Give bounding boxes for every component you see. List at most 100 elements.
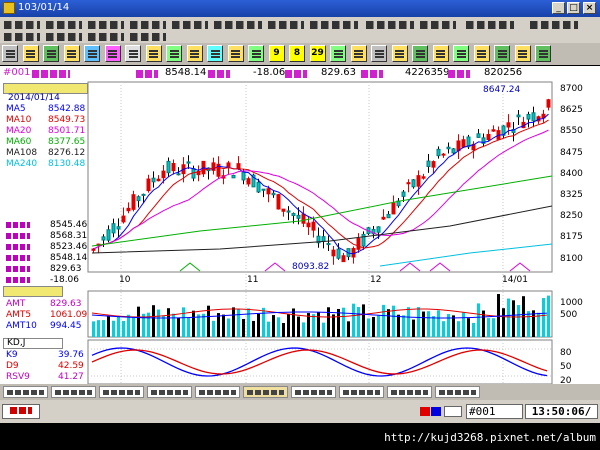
toolbar-button-26[interactable] [514, 45, 531, 62]
candle-body [161, 170, 166, 179]
footer-bar: http://kujd3268.pixnet.net/album [0, 423, 600, 450]
tab-4[interactable] [147, 386, 192, 398]
menu-item-window[interactable] [4, 30, 40, 42]
amount-bar [277, 317, 280, 337]
toolbar-glyph [395, 49, 404, 58]
candle-body [116, 226, 121, 230]
amount-bar [332, 314, 335, 337]
amount-bar [272, 315, 275, 337]
menu-item-tools[interactable] [310, 18, 358, 30]
candle-body [131, 194, 136, 210]
menu-item-finance[interactable] [420, 18, 456, 30]
toolbar-button-10[interactable] [186, 45, 203, 62]
amount-bar [517, 305, 520, 337]
amount-bar [502, 308, 505, 337]
amount-bar [352, 303, 355, 337]
candle-body [146, 178, 151, 192]
toolbar-button-5[interactable] [84, 45, 100, 62]
amount-bar [197, 314, 200, 337]
candle-body [526, 113, 531, 120]
toolbar-button-27[interactable] [535, 45, 551, 62]
toolbar-button-2[interactable] [22, 45, 39, 62]
tab-3[interactable] [99, 386, 144, 398]
toolbar-button-11[interactable] [207, 45, 223, 62]
toolbar-button-22[interactable] [432, 45, 449, 62]
tab-1[interactable] [3, 386, 48, 398]
menu-item-help[interactable] [130, 30, 166, 42]
amount-panel-title [3, 286, 63, 297]
candle-body [306, 222, 311, 228]
toolbar-button-18[interactable] [350, 45, 367, 62]
amount-bar [512, 300, 515, 337]
menu-item-invest[interactable] [268, 18, 304, 30]
menu-item-screen[interactable] [4, 18, 40, 30]
tab-5[interactable] [195, 386, 240, 398]
toolbar-button-13[interactable] [248, 45, 264, 62]
tab-6[interactable] [243, 386, 288, 398]
candle-body [506, 122, 511, 128]
candle-body [516, 114, 521, 118]
toolbar-button-4[interactable] [63, 45, 80, 62]
technical-chart[interactable] [0, 81, 600, 385]
toolbar-button-15[interactable]: 8 [289, 45, 305, 62]
ma-value-2: 8501.71 [48, 126, 86, 136]
amount-bar [212, 320, 215, 337]
toolbar-button-24[interactable] [473, 45, 490, 62]
menu-item-intl[interactable] [366, 18, 414, 30]
menu-item-main[interactable] [88, 18, 124, 30]
chart-area: 2014/01/14 8647.24 8093.82 KD,J MA5 8542.… [0, 81, 600, 386]
menu-item-chips[interactable] [130, 18, 166, 30]
amount-bar [292, 308, 295, 337]
menu-item-toolbox[interactable] [88, 30, 124, 42]
amount-bar [187, 317, 190, 337]
candle-body [381, 216, 386, 220]
toolbar-button-6[interactable] [104, 45, 121, 62]
amount-bar [442, 321, 445, 337]
toolbar-button-8[interactable] [145, 45, 162, 62]
count-value: 820256 [484, 67, 523, 78]
ma-name-0: MA5 [6, 104, 26, 114]
menu-item-quotes[interactable] [46, 18, 82, 30]
toolbar-button-16[interactable]: 29 [309, 45, 326, 62]
toolbar-button-3[interactable] [43, 45, 59, 62]
price-tick-4: 8400 [560, 168, 583, 179]
toolbar-button-9[interactable] [166, 45, 182, 62]
toolbar-num-label: 8 [293, 48, 301, 58]
tab-10[interactable] [435, 386, 480, 398]
tab-8[interactable] [339, 386, 384, 398]
candle-body [421, 176, 426, 179]
amount-bar [287, 313, 290, 337]
amount-bar [182, 307, 185, 337]
menu-item-func1[interactable] [466, 18, 514, 30]
menu-item-func2[interactable] [530, 18, 578, 30]
minimize-icon[interactable]: _ [552, 2, 565, 14]
toolbar-button-12[interactable] [227, 45, 244, 62]
candle-body [291, 213, 296, 216]
toolbar-button-23[interactable] [453, 45, 469, 62]
status-bar: #001 13:50:06/ [0, 400, 600, 423]
toolbar-button-1[interactable] [2, 45, 18, 62]
toolbar-button-21[interactable] [412, 45, 428, 62]
toolbar-button-14[interactable]: 9 [268, 45, 285, 62]
maximize-icon[interactable]: □ [567, 2, 580, 14]
candle-body [156, 178, 161, 182]
tab-7[interactable] [291, 386, 336, 398]
toolbar-button-19[interactable] [371, 45, 387, 62]
menu-item-fx[interactable] [214, 18, 262, 30]
menu-item-settings[interactable] [46, 30, 82, 42]
close-icon[interactable]: × [583, 2, 596, 14]
tab-9[interactable] [387, 386, 432, 398]
kd-tick-0: 80 [560, 348, 572, 358]
amount-bar [237, 309, 240, 337]
amount-bar [367, 318, 370, 337]
amount-series-value-2: 994.45 [50, 321, 82, 331]
candle-body [246, 178, 251, 185]
toolbar-button-17[interactable] [330, 45, 346, 62]
amount-bar [372, 316, 375, 337]
toolbar-button-20[interactable] [391, 45, 408, 62]
amount-bar [127, 314, 130, 337]
toolbar-button-25[interactable] [494, 45, 510, 62]
menu-item-futures[interactable] [172, 18, 208, 30]
toolbar-button-7[interactable] [125, 45, 141, 62]
tab-2[interactable] [51, 386, 96, 398]
